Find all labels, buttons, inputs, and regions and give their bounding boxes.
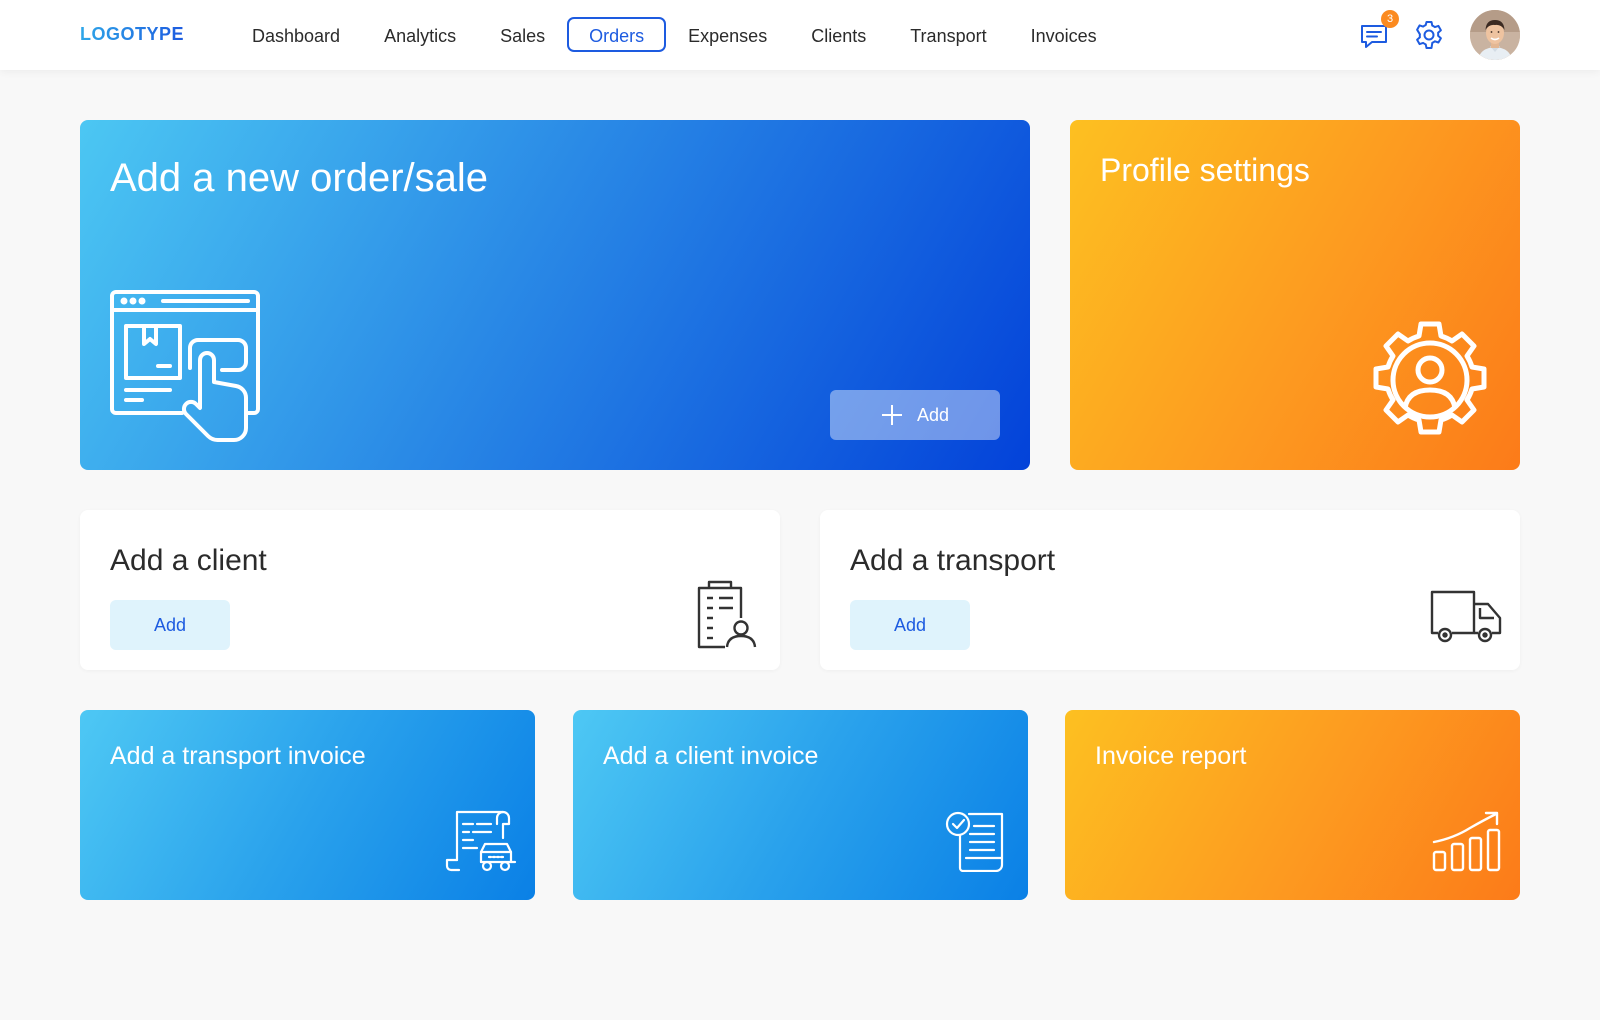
order-browser-icon [110,290,260,442]
notification-badge: 3 [1381,10,1399,28]
add-client-title: Add a client [110,544,267,577]
logo[interactable]: LOGOTYPE [80,24,184,45]
nav-item-clients[interactable]: Clients [789,17,888,52]
invoice-report-card[interactable]: Invoice report [1065,710,1520,900]
nav-item-expenses[interactable]: Expenses [666,17,789,52]
nav-item-transport[interactable]: Transport [888,17,1008,52]
add-client-invoice-card[interactable]: Add a client invoice [573,710,1028,900]
client-invoice-icon [945,811,1004,872]
client-building-icon [697,580,757,649]
nav-item-analytics[interactable]: Analytics [362,17,478,52]
truck-icon [1430,590,1502,643]
nav-item-invoices[interactable]: Invoices [1009,17,1119,52]
plus-icon [881,405,902,425]
bar-chart-growth-icon [1432,811,1501,872]
add-order-title: Add a new order/sale [110,156,489,200]
user-gear-icon [1373,321,1487,435]
add-transport-invoice-card[interactable]: Add a transport invoice [80,710,535,900]
add-order-button[interactable]: Add [830,390,1000,440]
transport-invoice-icon [445,810,517,872]
add-transport-invoice-title: Add a transport invoice [110,742,366,770]
gear-icon[interactable] [1413,19,1445,51]
add-client-card: Add a client Add [80,510,780,670]
add-client-invoice-title: Add a client invoice [603,742,819,770]
invoice-report-title: Invoice report [1095,742,1247,770]
add-order-button-label: Add [916,404,950,425]
profile-settings-title: Profile settings [1100,152,1310,188]
main-nav: Dashboard Analytics Sales Orders Expense… [230,17,1119,52]
add-order-card[interactable]: Add a new order/sale Add [80,120,1030,470]
profile-settings-card[interactable]: Profile settings [1070,120,1520,470]
add-transport-card: Add a transport Add [820,510,1520,670]
add-client-button[interactable]: Add [110,600,230,650]
top-header: LOGOTYPE Dashboard Analytics Sales Order… [0,0,1600,70]
avatar[interactable] [1470,10,1520,60]
nav-item-orders[interactable]: Orders [567,17,667,52]
nav-item-sales[interactable]: Sales [478,17,567,52]
add-transport-title: Add a transport [850,544,1056,577]
nav-item-dashboard[interactable]: Dashboard [230,17,362,52]
add-transport-button[interactable]: Add [850,600,970,650]
